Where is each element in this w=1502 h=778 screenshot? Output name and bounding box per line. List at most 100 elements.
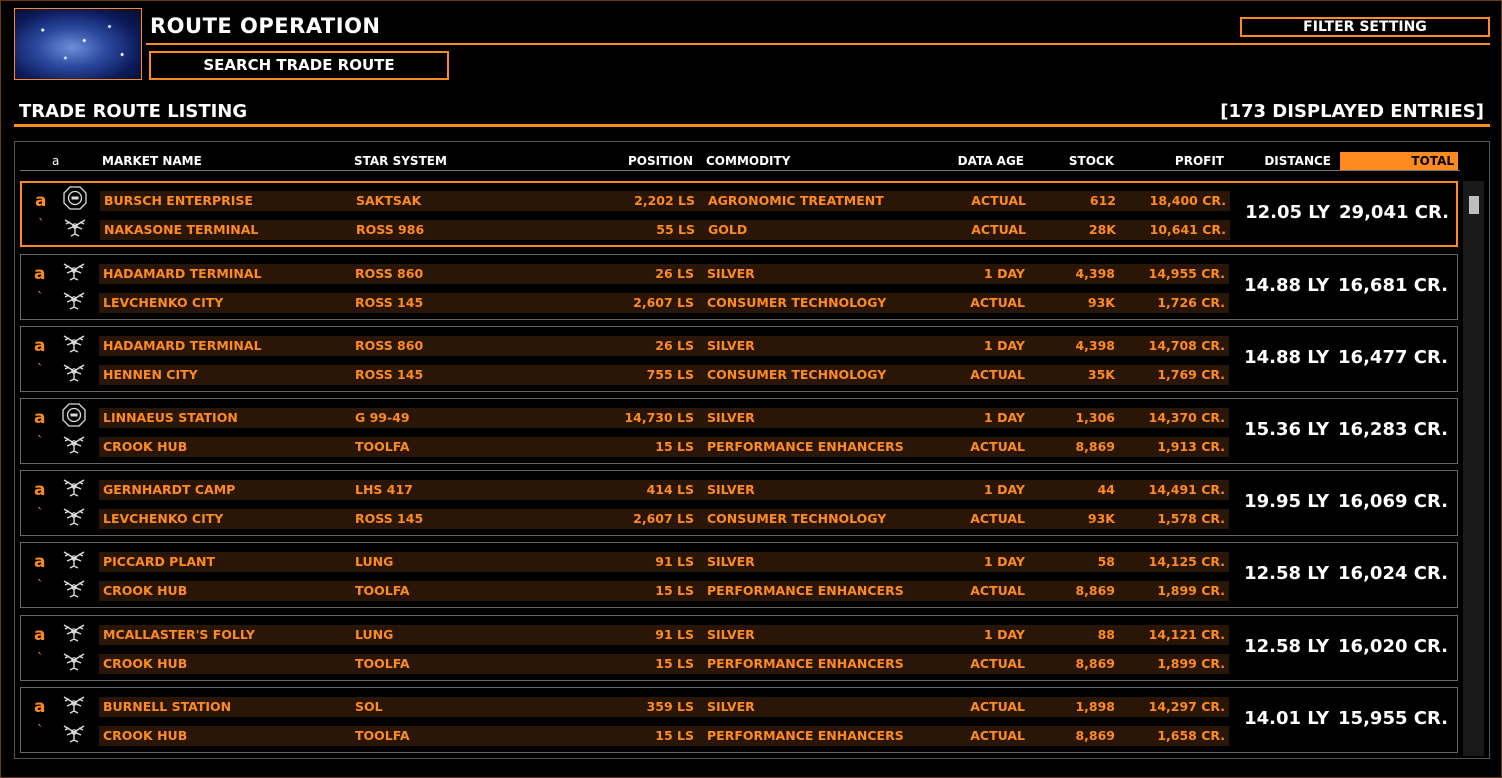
outpost-icon [61, 431, 87, 457]
outpost-icon [61, 287, 87, 313]
col-total[interactable]: TOTAL [1340, 152, 1458, 170]
route-distance: 14.01 LY [1244, 708, 1329, 729]
col-stock[interactable]: STOCK [1034, 152, 1114, 170]
position: 26 LS [655, 338, 694, 353]
profit: 1,913 CR. [1157, 439, 1225, 454]
col-distance[interactable]: DISTANCE [1236, 152, 1331, 170]
market-name: HENNEN CITY [103, 367, 198, 382]
star-system: ROSS 986 [356, 222, 425, 237]
starport-icon [62, 185, 88, 211]
col-star-system[interactable]: STAR SYSTEM [354, 152, 554, 170]
star-system: TOOLFA [355, 728, 410, 743]
market-name: LEVCHENKO CITY [103, 295, 224, 310]
route-total: 16,069 CR. [1338, 491, 1448, 512]
route-row[interactable]: a ` LINNAEUS STATION G 99-49 14,730 LS SILVER… [20, 398, 1458, 464]
profit: 18,400 CR. [1149, 193, 1226, 208]
position: 414 LS [646, 482, 694, 497]
search-trade-route-button[interactable]: SEARCH TRADE ROUTE [149, 51, 449, 80]
route-row[interactable]: a ` BURNELL STATION SOL 359 LS SILVER ACTUAL 1,… [20, 687, 1458, 753]
stock: 28K [1088, 222, 1116, 237]
star-system: ROSS 145 [355, 511, 424, 526]
stock: 4,398 [1075, 338, 1115, 353]
position: 2,607 LS [633, 295, 694, 310]
profit: 14,955 CR. [1148, 266, 1225, 281]
commodity: CONSUMER TECHNOLOGY [707, 367, 887, 382]
position: 14,730 LS [624, 410, 694, 425]
route-mark-secondary: ` [37, 291, 44, 306]
commodity: SILVER [707, 482, 755, 497]
position: 91 LS [655, 627, 694, 642]
scrollbar-track[interactable] [1463, 181, 1484, 756]
market-name: LEVCHENKO CITY [103, 511, 224, 526]
position: 359 LS [646, 699, 694, 714]
data-age: ACTUAL [970, 295, 1025, 310]
outpost-icon [61, 546, 87, 572]
route-row[interactable]: a ` HADAMARD TERMINAL ROSS 860 26 LS SILVER 1 … [20, 254, 1458, 320]
stock: 8,869 [1075, 656, 1115, 671]
data-age: ACTUAL [970, 583, 1025, 598]
section-title: TRADE ROUTE LISTING [19, 101, 248, 122]
commodity: SILVER [707, 266, 755, 281]
outpost-icon [61, 720, 87, 746]
market-name: LINNAEUS STATION [103, 410, 238, 425]
market-name: CROOK HUB [103, 656, 188, 671]
route-total: 16,681 CR. [1338, 275, 1448, 296]
route-mark-secondary: ` [37, 507, 44, 522]
star-system: SOL [355, 699, 383, 714]
route-mark-secondary: ` [37, 652, 44, 667]
data-age: ACTUAL [971, 222, 1026, 237]
star-system: ROSS 860 [355, 338, 424, 353]
col-market-name[interactable]: MARKET NAME [102, 152, 302, 170]
outpost-icon [61, 619, 87, 645]
star-system: ROSS 145 [355, 295, 424, 310]
star-system: TOOLFA [355, 439, 410, 454]
outpost-icon [61, 359, 87, 385]
position: 2,607 LS [633, 511, 694, 526]
market-name: BURNELL STATION [103, 699, 232, 714]
commodity: PERFORMANCE ENHANCERS [707, 728, 904, 743]
route-mark: a [34, 480, 46, 500]
scrollbar-thumb[interactable] [1469, 196, 1479, 214]
market-name: HADAMARD TERMINAL [103, 338, 262, 353]
route-total: 16,477 CR. [1338, 347, 1448, 368]
outpost-icon [61, 575, 87, 601]
market-name: CROOK HUB [103, 439, 188, 454]
route-distance: 12.58 LY [1244, 636, 1329, 657]
position: 15 LS [655, 728, 694, 743]
route-mark: a [34, 552, 46, 572]
route-row[interactable]: a ` HADAMARD TERMINAL ROSS 860 26 LS SILVER 1 … [20, 326, 1458, 392]
stock: 35K [1087, 367, 1115, 382]
outpost-icon [62, 214, 88, 240]
profit: 14,125 CR. [1148, 554, 1225, 569]
profit: 1,578 CR. [1157, 511, 1225, 526]
data-age: 1 DAY [984, 627, 1025, 642]
route-distance: 12.58 LY [1244, 563, 1329, 584]
data-age: ACTUAL [970, 656, 1025, 671]
position: 26 LS [655, 266, 694, 281]
col-profit[interactable]: PROFIT [1124, 152, 1224, 170]
position: 91 LS [655, 554, 694, 569]
route-row[interactable]: a ` MCALLASTER'S FOLLY LUNG 91 LS SILVER 1 DAY… [20, 615, 1458, 681]
route-mark-secondary: ` [37, 363, 44, 378]
col-data-age[interactable]: DATA AGE [924, 152, 1024, 170]
filter-setting-button[interactable]: FILTER SETTING [1240, 17, 1490, 37]
profit: 1,899 CR. [1157, 656, 1225, 671]
commodity: CONSUMER TECHNOLOGY [707, 295, 887, 310]
route-total: 29,041 CR. [1339, 202, 1449, 223]
market-name: HADAMARD TERMINAL [103, 266, 262, 281]
route-row[interactable]: a ` BURSCH ENTERPRISE SAKTSAK 2,202 LS AGRONO… [20, 181, 1458, 247]
stock: 93K [1087, 511, 1115, 526]
route-row[interactable]: a ` GERNHARDT CAMP LHS 417 414 LS SILVER 1 DAY… [20, 470, 1458, 536]
route-row[interactable]: a ` PICCARD PLANT LUNG 91 LS SILVER 1 DAY 58 14,… [20, 542, 1458, 608]
market-name: CROOK HUB [103, 728, 188, 743]
route-total: 16,024 CR. [1338, 563, 1448, 584]
route-distance: 14.88 LY [1244, 347, 1329, 368]
route-mark-secondary: ` [37, 579, 44, 594]
data-age: ACTUAL [970, 439, 1025, 454]
col-position[interactable]: POSITION [592, 152, 693, 170]
position: 15 LS [655, 439, 694, 454]
col-commodity[interactable]: COMMODITY [706, 152, 906, 170]
stock: 88 [1097, 627, 1115, 642]
market-name: CROOK HUB [103, 583, 188, 598]
star-system: LUNG [355, 627, 394, 642]
